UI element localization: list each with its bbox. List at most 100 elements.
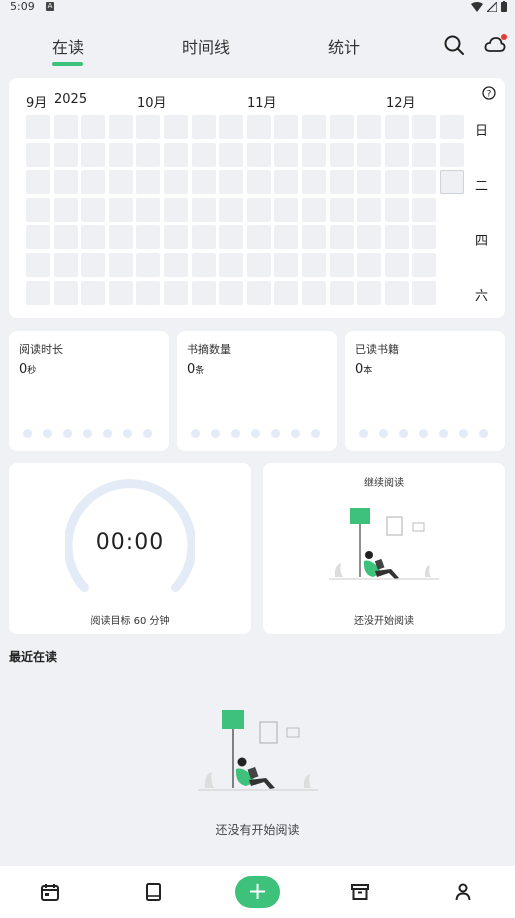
heatmap-day-cell[interactable] — [384, 253, 409, 277]
heatmap-day-cell[interactable] — [384, 197, 409, 222]
heatmap-day-cell[interactable] — [219, 280, 244, 305]
heatmap-day-cell[interactable] — [274, 280, 299, 305]
heatmap-day-cell[interactable] — [302, 142, 326, 167]
heatmap-day-cell[interactable] — [108, 115, 133, 139]
heatmap-day-cell[interactable] — [440, 170, 464, 195]
heatmap-day-cell[interactable] — [329, 253, 354, 277]
heatmap-day-cell[interactable] — [384, 170, 409, 195]
heatmap-day-cell[interactable] — [412, 280, 437, 305]
heatmap-day-cell[interactable] — [384, 142, 409, 167]
heatmap-day-cell[interactable] — [191, 170, 216, 195]
heatmap-day-cell[interactable] — [81, 225, 106, 250]
continue-reading-card[interactable]: 继续阅读 还没开始阅读 — [263, 463, 505, 634]
heatmap-day-cell[interactable] — [246, 253, 271, 277]
heatmap-day-cell[interactable] — [219, 170, 244, 195]
heatmap-day-cell[interactable] — [302, 253, 326, 277]
heatmap-day-cell[interactable] — [329, 280, 354, 305]
heatmap-day-cell[interactable] — [164, 115, 188, 139]
heatmap-day-cell[interactable] — [329, 115, 354, 139]
heatmap-day-cell[interactable] — [53, 170, 78, 195]
heatmap-day-cell[interactable] — [108, 197, 133, 222]
heatmap-day-cell[interactable] — [302, 280, 326, 305]
heatmap-day-cell[interactable] — [53, 142, 78, 167]
heatmap-day-cell[interactable] — [357, 280, 382, 305]
heatmap-day-cell[interactable] — [440, 142, 464, 167]
heatmap-day-cell[interactable] — [357, 225, 382, 250]
heatmap-day-cell[interactable] — [164, 253, 188, 277]
book-icon[interactable] — [142, 881, 164, 903]
heatmap-day-cell[interactable] — [164, 280, 188, 305]
heatmap-day-cell[interactable] — [384, 225, 409, 250]
heatmap-day-cell[interactable] — [53, 115, 78, 139]
heatmap-day-cell[interactable] — [246, 142, 271, 167]
heatmap-day-cell[interactable] — [412, 253, 437, 277]
tab-timeline[interactable]: 时间线 — [182, 34, 230, 58]
heatmap-day-cell[interactable] — [108, 225, 133, 250]
heatmap-day-cell[interactable] — [246, 225, 271, 250]
heatmap-day-cell[interactable] — [136, 197, 161, 222]
heatmap-day-cell[interactable] — [302, 225, 326, 250]
reading-timer-card[interactable]: 00:00 阅读目标 60 分钟 — [9, 463, 251, 634]
books-read-card[interactable]: 已读书籍 0本 — [345, 331, 505, 451]
heatmap-day-cell[interactable] — [357, 253, 382, 277]
heatmap-day-cell[interactable] — [26, 280, 50, 305]
tab-statistics[interactable]: 统计 — [328, 34, 360, 58]
heatmap-day-cell[interactable] — [219, 197, 244, 222]
heatmap-day-cell[interactable] — [53, 280, 78, 305]
heatmap-day-cell[interactable] — [357, 197, 382, 222]
heatmap-day-cell[interactable] — [357, 115, 382, 139]
heatmap-day-cell[interactable] — [384, 280, 409, 305]
heatmap-day-cell[interactable] — [412, 170, 437, 195]
heatmap-day-cell[interactable] — [302, 115, 326, 139]
heatmap-day-cell[interactable] — [191, 115, 216, 139]
heatmap-day-cell[interactable] — [26, 142, 50, 167]
heatmap-day-cell[interactable] — [440, 115, 464, 139]
heatmap-day-cell[interactable] — [274, 197, 299, 222]
heatmap-day-cell[interactable] — [164, 170, 188, 195]
heatmap-day-cell[interactable] — [191, 197, 216, 222]
heatmap-day-cell[interactable] — [384, 115, 409, 139]
heatmap-day-cell[interactable] — [219, 253, 244, 277]
heatmap-day-cell[interactable] — [274, 225, 299, 250]
heatmap-day-cell[interactable] — [81, 197, 106, 222]
heatmap-day-cell[interactable] — [53, 225, 78, 250]
heatmap-day-cell[interactable] — [53, 253, 78, 277]
heatmap-day-cell[interactable] — [191, 280, 216, 305]
heatmap-day-cell[interactable] — [164, 225, 188, 250]
heatmap-day-cell[interactable] — [274, 115, 299, 139]
heatmap-day-cell[interactable] — [412, 197, 437, 222]
heatmap-day-cell[interactable] — [274, 253, 299, 277]
heatmap-day-cell[interactable] — [136, 253, 161, 277]
heatmap-day-cell[interactable] — [219, 225, 244, 250]
heatmap-day-cell[interactable] — [136, 280, 161, 305]
heatmap-day-cell[interactable] — [81, 142, 106, 167]
heatmap-day-cell[interactable] — [329, 142, 354, 167]
heatmap-day-cell[interactable] — [412, 225, 437, 250]
heatmap-day-cell[interactable] — [136, 142, 161, 167]
heatmap-day-cell[interactable] — [164, 197, 188, 222]
tab-reading[interactable]: 在读 — [52, 34, 84, 58]
heatmap-day-cell[interactable] — [53, 197, 78, 222]
heatmap-day-cell[interactable] — [412, 142, 437, 167]
add-book-button[interactable]: + — [235, 876, 280, 908]
heatmap-day-cell[interactable] — [108, 142, 133, 167]
heatmap-day-cell[interactable] — [26, 225, 50, 250]
help-icon[interactable]: ? — [482, 86, 496, 100]
heatmap-day-cell[interactable] — [246, 280, 271, 305]
heatmap-day-cell[interactable] — [26, 197, 50, 222]
heatmap-day-cell[interactable] — [191, 253, 216, 277]
reading-time-card[interactable]: 阅读时长 0秒 — [9, 331, 169, 451]
calendar-icon[interactable] — [39, 881, 61, 903]
notes-count-card[interactable]: 书摘数量 0条 — [177, 331, 337, 451]
heatmap-day-cell[interactable] — [136, 225, 161, 250]
heatmap-day-cell[interactable] — [246, 197, 271, 222]
heatmap-day-cell[interactable] — [26, 253, 50, 277]
heatmap-day-cell[interactable] — [246, 115, 271, 139]
heatmap-day-cell[interactable] — [246, 170, 271, 195]
heatmap-day-cell[interactable] — [26, 115, 50, 139]
heatmap-day-cell[interactable] — [302, 170, 326, 195]
archive-icon[interactable] — [349, 881, 371, 903]
heatmap-day-cell[interactable] — [191, 142, 216, 167]
heatmap-day-cell[interactable] — [26, 170, 50, 195]
heatmap-day-cell[interactable] — [357, 142, 382, 167]
